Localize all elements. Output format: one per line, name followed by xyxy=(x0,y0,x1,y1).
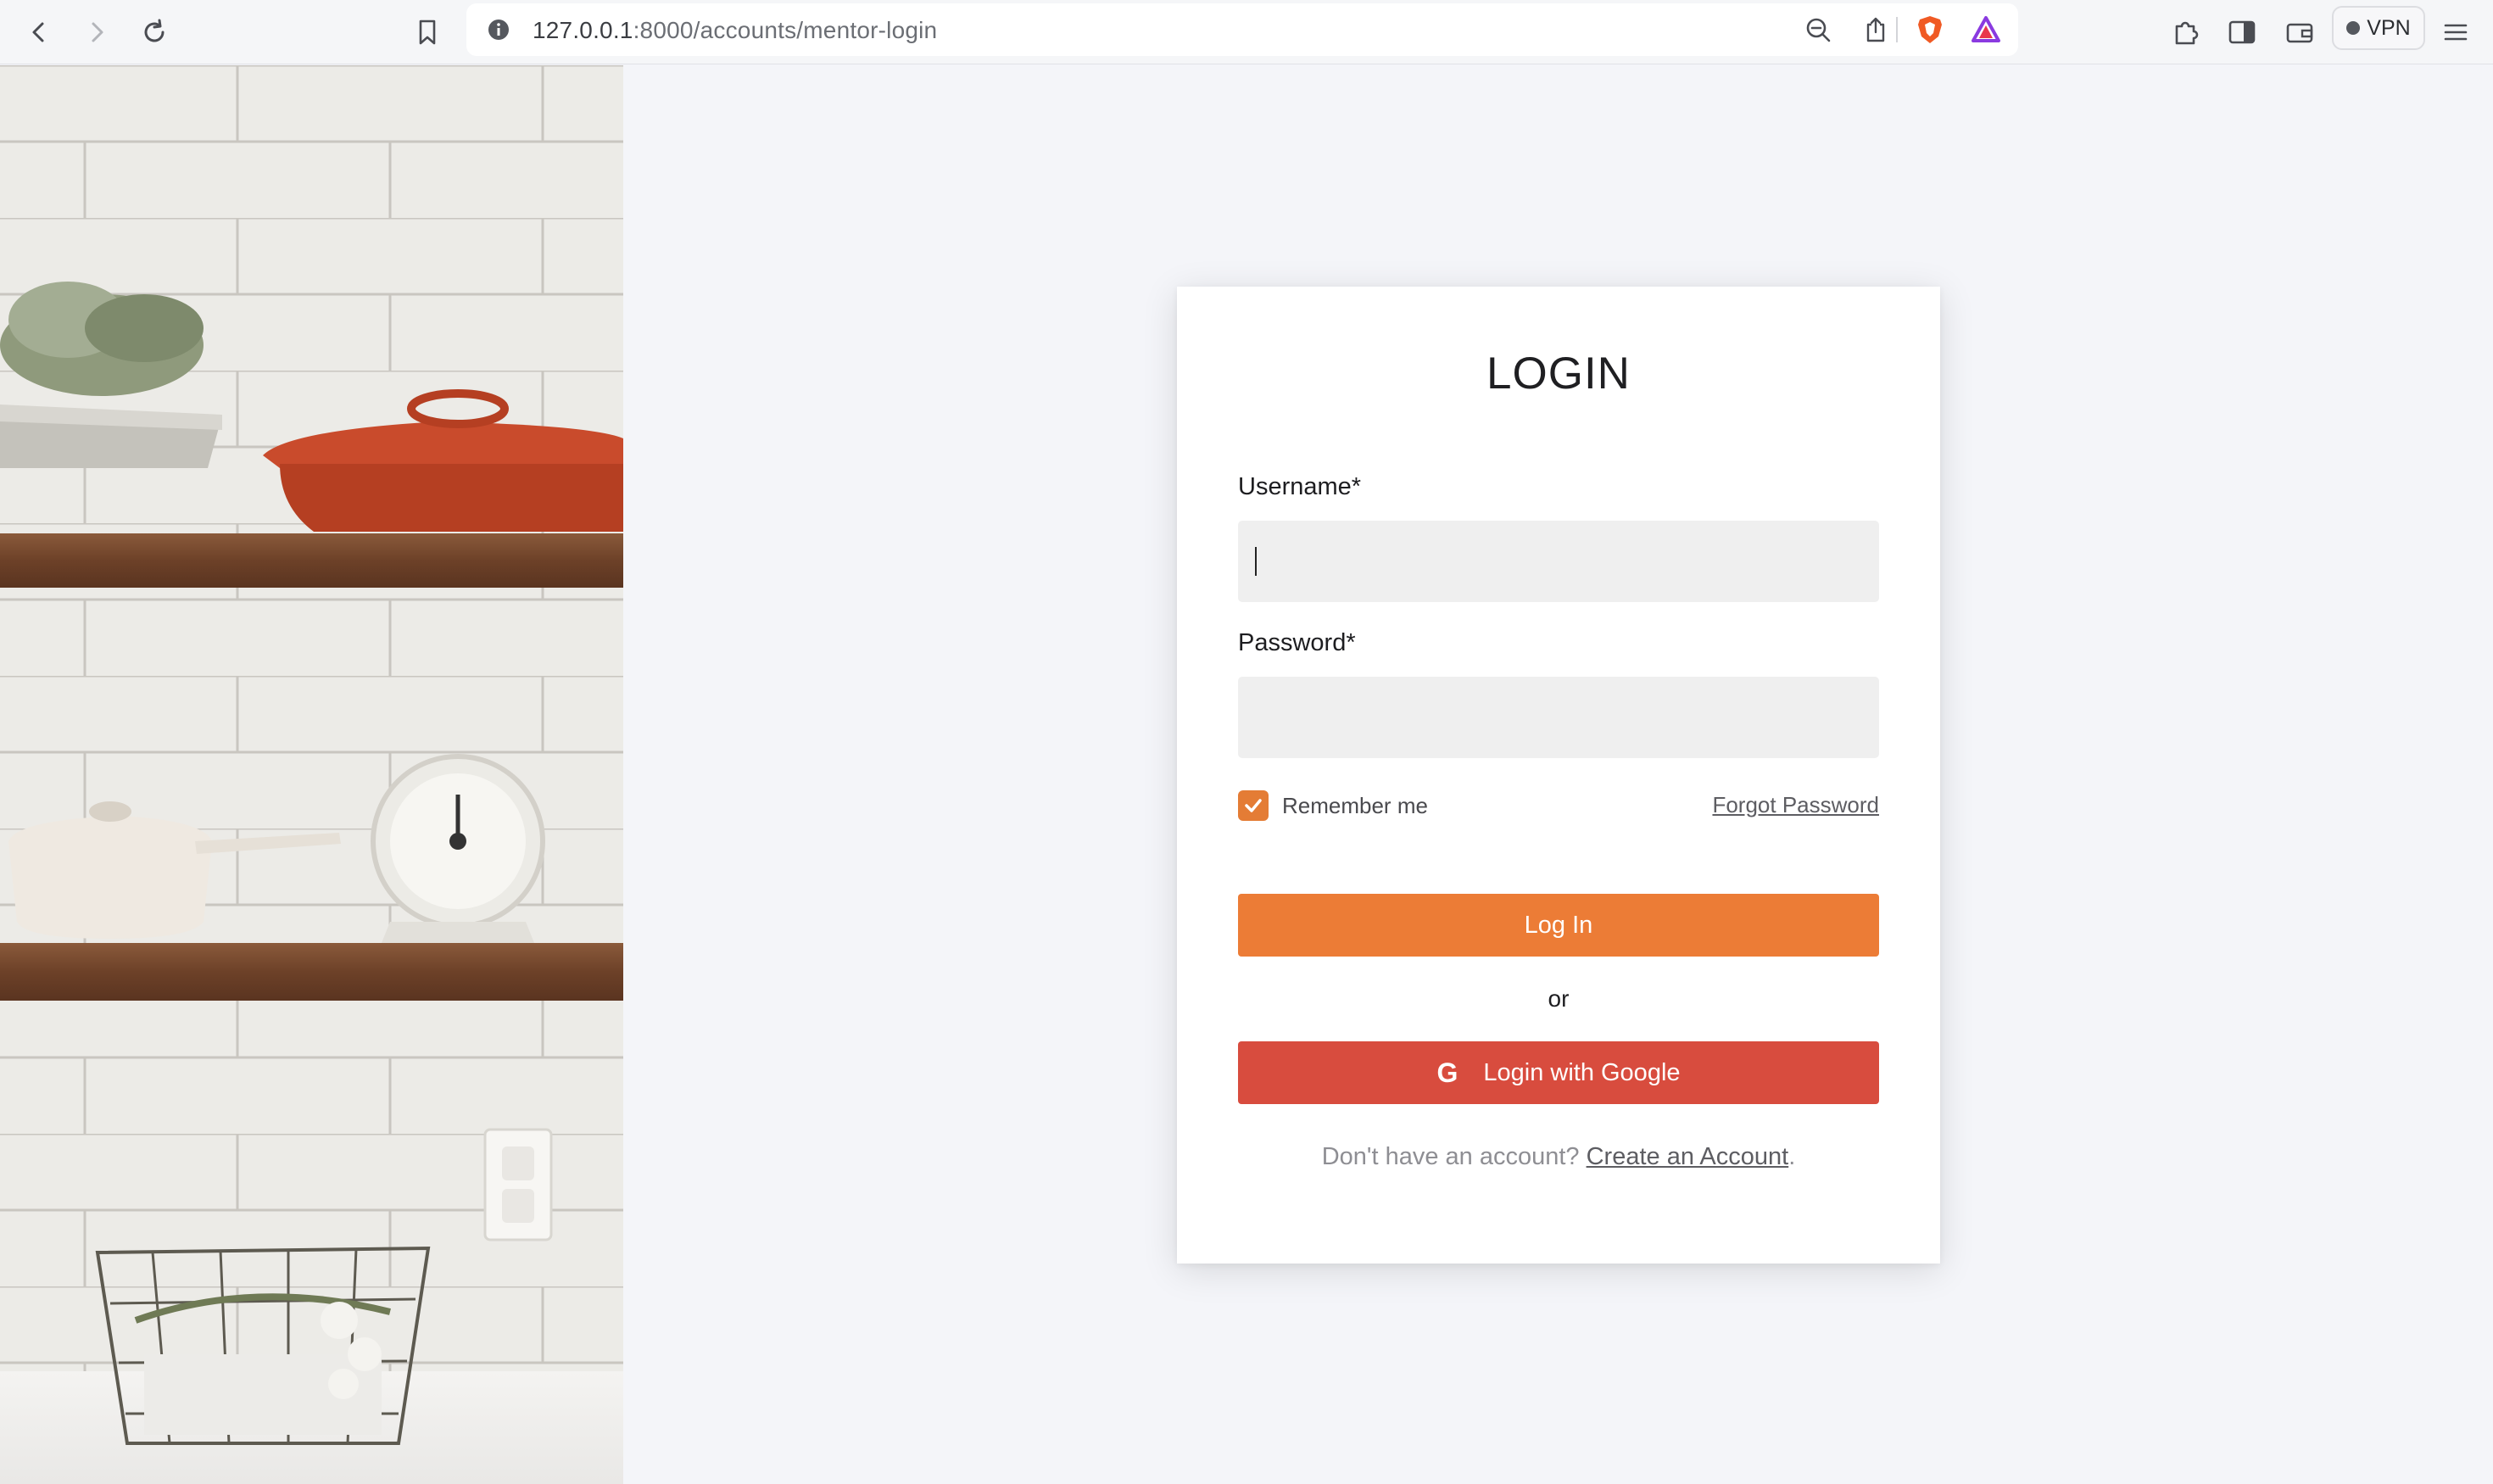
google-login-button[interactable]: G Login with Google xyxy=(1238,1041,1879,1104)
remember-me-label: Remember me xyxy=(1282,792,1428,818)
sidebar-icon[interactable] xyxy=(2222,12,2262,53)
password-label: Password* xyxy=(1238,629,1356,656)
url-text: 127.0.0.1:8000/accounts/mentor-login xyxy=(533,17,937,44)
address-bar[interactable]: 127.0.0.1:8000/accounts/mentor-login xyxy=(466,3,2018,56)
bookmark-icon[interactable] xyxy=(407,12,448,53)
menu-icon[interactable] xyxy=(2435,12,2476,53)
forgot-password-link[interactable]: Forgot Password xyxy=(1712,792,1879,818)
or-divider-text: or xyxy=(1548,985,1570,1012)
login-button[interactable]: Log In xyxy=(1238,894,1879,957)
brave-rewards-icon[interactable] xyxy=(1966,9,2006,50)
remember-me[interactable]: Remember me xyxy=(1238,790,1428,821)
share-icon[interactable] xyxy=(1855,9,1896,50)
username-input[interactable] xyxy=(1238,521,1879,602)
zoom-out-icon[interactable] xyxy=(1798,9,1838,50)
reload-icon[interactable] xyxy=(134,12,175,53)
vpn-button[interactable]: VPN xyxy=(2332,6,2425,50)
login-card: LOGIN Username* Password* Remember me Fo… xyxy=(1177,287,1940,1264)
browser-toolbar: 127.0.0.1:8000/accounts/mentor-login VPN xyxy=(0,0,2493,64)
kitchen-shelf-photo xyxy=(0,65,623,1484)
extensions-icon[interactable] xyxy=(2166,12,2206,53)
back-icon[interactable] xyxy=(19,12,59,53)
signup-period: . xyxy=(1788,1143,1796,1170)
google-icon: G xyxy=(1436,1057,1458,1088)
site-info-icon[interactable] xyxy=(478,9,519,50)
username-label: Username* xyxy=(1238,473,1362,500)
toolbar-divider xyxy=(1896,17,1898,42)
create-account-link[interactable]: Create an Account xyxy=(1587,1143,1789,1170)
remember-me-checkbox[interactable] xyxy=(1238,790,1269,821)
checkmark-icon xyxy=(1245,799,1262,812)
signup-prompt-text: Don't have an account? xyxy=(1321,1143,1580,1170)
wallet-icon[interactable] xyxy=(2279,12,2320,53)
vpn-label: VPN xyxy=(2367,15,2411,40)
password-input[interactable] xyxy=(1238,677,1879,758)
text-cursor xyxy=(1255,547,1257,576)
forward-icon[interactable] xyxy=(76,12,117,53)
url-host: 127.0.0.1 xyxy=(533,17,633,43)
signup-prompt: Don't have an account? Create an Account… xyxy=(1177,1143,1940,1171)
login-title: LOGIN xyxy=(1486,349,1631,399)
vpn-status-icon xyxy=(2346,21,2361,35)
url-path: :8000/accounts/mentor-login xyxy=(633,17,938,43)
google-login-label: Login with Google xyxy=(1483,1058,1681,1086)
brave-shields-icon[interactable] xyxy=(1910,9,1950,50)
